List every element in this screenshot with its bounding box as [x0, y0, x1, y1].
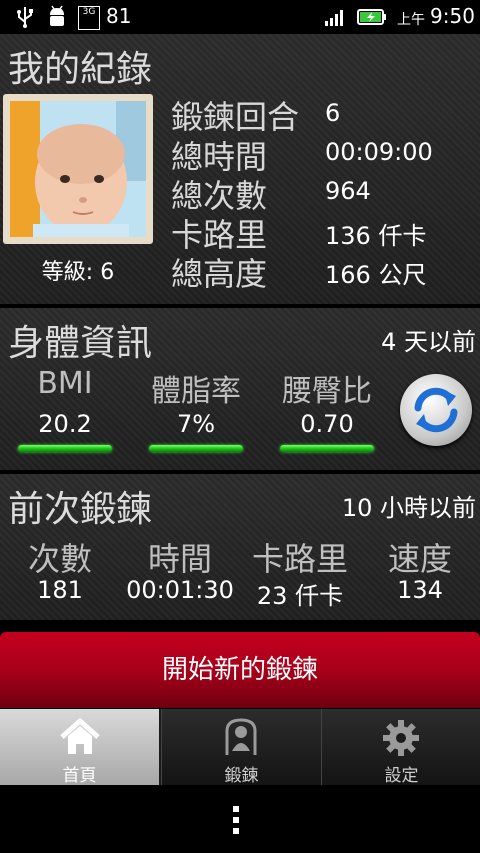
last-label-count: 次數: [27, 540, 92, 578]
last-label-time: 時間: [147, 540, 212, 578]
waist-hip-indicator-bar: [280, 445, 374, 452]
avatar-photo: [10, 101, 146, 237]
refresh-button[interactable]: [400, 374, 472, 446]
home-icon: [60, 718, 100, 754]
stat-value-calories: 136 仟卡: [325, 222, 427, 250]
system-nav-bar: [0, 786, 480, 853]
tab-home-label: 首頁: [62, 766, 97, 786]
menu-overflow-icon[interactable]: [233, 806, 241, 834]
stat-label-total-height: 總高度: [171, 255, 268, 293]
tab-settings[interactable]: 設定: [321, 709, 480, 786]
stat-value-total-time: 00:09:00: [325, 138, 433, 166]
usb-icon: [17, 7, 33, 28]
record-title: 我的紀錄: [8, 49, 153, 90]
metric-value-waist-hip: 0.70: [300, 410, 354, 438]
level-text: 等級: 6: [41, 260, 115, 285]
last-workout-updated: 10 小時以前: [341, 494, 476, 522]
start-workout-button[interactable]: 開始新的鍛鍊: [0, 632, 480, 708]
tab-workout-label: 鍛鍊: [224, 766, 259, 786]
last-label-speed: 速度: [387, 540, 452, 578]
metric-value-body-fat: 7%: [176, 410, 216, 438]
last-value-calories: 23 仟卡: [256, 582, 344, 610]
tab-workout[interactable]: 鍛鍊: [161, 709, 321, 786]
stat-value-rounds: 6: [325, 99, 341, 127]
stat-value-total-count: 964: [325, 177, 371, 205]
body-info-panel[interactable]: 身體資訊 4 天以前 BMI 20.2 體脂率 7% 腰臀比 0.70: [0, 308, 480, 470]
battery-icon: [357, 9, 386, 25]
signal-icon: [325, 10, 343, 26]
metric-label-bmi: BMI: [37, 366, 93, 401]
workout-icon: [225, 718, 257, 755]
last-label-calories: 卡路里: [251, 540, 348, 578]
android-debug-icon: [50, 5, 64, 26]
metric-value-bmi: 20.2: [38, 410, 92, 438]
tab-settings-label: 設定: [384, 766, 419, 786]
metric-label-waist-hip: 腰臀比: [282, 374, 372, 409]
record-panel: 我的紀錄 等級: 6 鍛鍊回合 6 總時間 00:09:00 總次數 964 卡…: [0, 34, 480, 304]
notification-count: 81: [106, 4, 132, 28]
last-value-count: 181: [37, 576, 83, 604]
avatar[interactable]: [3, 94, 153, 244]
last-workout-panel: 前次鍛鍊 10 小時以前 次數 181 時間 00:01:30 卡路里 23 仟…: [0, 474, 480, 620]
clock-text: 9:50: [430, 4, 475, 28]
refresh-icon: [414, 387, 458, 433]
tab-home[interactable]: 首頁: [0, 709, 159, 786]
ampm-text: 上午: [397, 12, 425, 28]
stat-value-total-height: 166 公尺: [325, 261, 427, 289]
last-value-speed: 134: [397, 576, 443, 604]
body-fat-indicator-bar: [149, 445, 243, 452]
last-value-time: 00:01:30: [126, 576, 234, 604]
body-info-title: 身體資訊: [8, 323, 153, 364]
network-type-text: 3G: [82, 7, 96, 17]
metric-label-body-fat: 體脂率: [151, 374, 241, 409]
gear-icon: [383, 720, 419, 756]
body-info-updated: 4 天以前: [381, 328, 476, 356]
status-bar: 3G 81 上午 9:50: [0, 0, 480, 33]
3g-icon: 3G: [78, 6, 100, 30]
last-workout-title: 前次鍛鍊: [8, 489, 153, 530]
bmi-indicator-bar: [18, 445, 112, 452]
